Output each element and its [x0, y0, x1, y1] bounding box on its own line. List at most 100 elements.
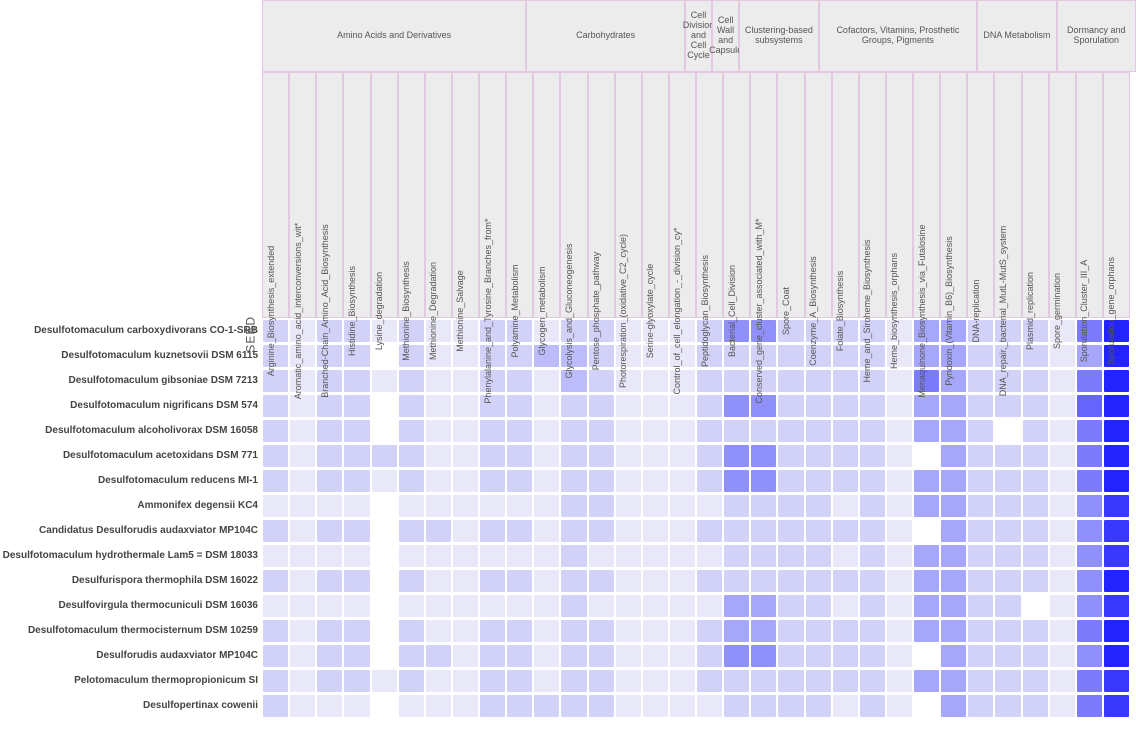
- heatmap-cell: [453, 370, 478, 392]
- heatmap-cell: [399, 620, 424, 642]
- heatmap-cell: [453, 470, 478, 492]
- heatmap-cell: [453, 620, 478, 642]
- heatmap-cell: [453, 445, 478, 467]
- row-label: Desulfotomaculum alcoholivorax DSM 16058: [0, 425, 262, 436]
- heatmap-cell: [344, 695, 369, 717]
- heatmap-cell: [616, 445, 641, 467]
- heatmap-cell: [1104, 695, 1129, 717]
- heatmap-cell: [344, 370, 369, 392]
- heatmap-cell: [968, 520, 993, 542]
- heatmap-cell: [860, 545, 885, 567]
- heatmap-cell: [290, 520, 315, 542]
- heatmap-cell: [995, 520, 1020, 542]
- heatmap-cell: [914, 395, 939, 417]
- heatmap-cell: [995, 595, 1020, 617]
- heatmap-cell: [670, 695, 695, 717]
- heatmap-cell: [1104, 595, 1129, 617]
- heatmap-cell: [561, 520, 586, 542]
- heatmap-cell: [833, 570, 858, 592]
- heatmap-cell: [1050, 620, 1075, 642]
- heatmap-cell: [561, 395, 586, 417]
- heatmap-cell: [263, 495, 288, 517]
- heatmap-cell: [941, 570, 966, 592]
- group-header: Cell Wall and Capsule: [712, 0, 739, 72]
- heatmap-cell: [344, 620, 369, 642]
- heatmap-cell: [1023, 695, 1048, 717]
- heatmap-cell: [995, 420, 1020, 442]
- heatmap-cell: [1023, 570, 1048, 592]
- col-header-label: Bacterial_Cell_Division: [727, 265, 737, 357]
- heatmap-cell: [806, 470, 831, 492]
- heatmap-cell: [372, 620, 397, 642]
- heatmap-cell: [968, 445, 993, 467]
- heatmap-cell: [751, 420, 776, 442]
- heatmap-cell: [1104, 670, 1129, 692]
- heatmap-cell: [724, 595, 749, 617]
- col-header-label: Methionine_Biosynthesis: [401, 261, 411, 361]
- heatmap-cell: [995, 620, 1020, 642]
- col-header: Methionine_Biosynthesis: [398, 72, 425, 318]
- heatmap-cell: [426, 445, 451, 467]
- row-label: Desulfovirgula thermocuniculi DSM 16036: [0, 600, 262, 611]
- heatmap-cell: [751, 670, 776, 692]
- heatmap-cell: [453, 420, 478, 442]
- heatmap-cell: [426, 620, 451, 642]
- heatmap-cell: [914, 420, 939, 442]
- heatmap-cell: [290, 545, 315, 567]
- heatmap-cell: [372, 670, 397, 692]
- heatmap-cell: [344, 445, 369, 467]
- col-header: Polyamine_Metabolism: [506, 72, 533, 318]
- heatmap-cell: [1104, 445, 1129, 467]
- heatmap-cell: [1104, 570, 1129, 592]
- heatmap-cell: [806, 370, 831, 392]
- heatmap-cell: [968, 370, 993, 392]
- heatmap-cell: [372, 470, 397, 492]
- heatmap-cell: [1077, 470, 1102, 492]
- col-header-label: Arginine_Biosynthesis_extended: [266, 246, 276, 377]
- heatmap-cell: [887, 545, 912, 567]
- heatmap-cell: [724, 495, 749, 517]
- cells: [262, 618, 1136, 643]
- seed-label: SEED: [244, 316, 258, 353]
- heatmap-cell: [1077, 495, 1102, 517]
- heatmap-cell: [1023, 495, 1048, 517]
- heatmap-cell: [263, 695, 288, 717]
- heatmap-cell: [290, 570, 315, 592]
- heatmap-cell: [697, 370, 722, 392]
- heatmap-cell: [589, 395, 614, 417]
- heatmap-cell: [941, 495, 966, 517]
- heatmap-cell: [806, 620, 831, 642]
- col-header-label: Heme_and_Siroheme_Biosynthesis: [862, 239, 872, 382]
- heatmap-cell: [833, 670, 858, 692]
- heatmap-cell: [372, 420, 397, 442]
- heatmap-cell: [372, 545, 397, 567]
- heatmap-cell: [968, 695, 993, 717]
- heatmap-cell: [1023, 520, 1048, 542]
- table-row: Desulfopertinax cowenii: [0, 693, 1136, 718]
- heatmap-cell: [561, 595, 586, 617]
- cells: [262, 568, 1136, 593]
- heatmap-cell: [887, 570, 912, 592]
- col-header-label: Phenylalanine_and_Tyrosine_Branches_from…: [483, 218, 493, 403]
- heatmap-cell: [751, 495, 776, 517]
- heatmap-cell: [995, 445, 1020, 467]
- table-row: Ammonifex degensii KC4: [0, 493, 1136, 518]
- heatmap-cell: [426, 470, 451, 492]
- col-header: Spore_germination: [1049, 72, 1076, 318]
- heatmap-cell: [399, 495, 424, 517]
- heatmap-cell: [290, 470, 315, 492]
- heatmap-cell: [399, 595, 424, 617]
- heatmap-cell: [1104, 395, 1129, 417]
- heatmap-cell: [290, 695, 315, 717]
- heatmap-cell: [507, 370, 532, 392]
- heatmap-cell: [1023, 395, 1048, 417]
- heatmap-cell: [643, 395, 668, 417]
- spacer: [0, 0, 262, 72]
- heatmap-cell: [697, 545, 722, 567]
- heatmap-cell: [806, 495, 831, 517]
- col-header: Peptidoglycan_Biosynthesis: [696, 72, 723, 318]
- heatmap-cell: [751, 445, 776, 467]
- col-header: Arginine_Biosynthesis_extended: [262, 72, 289, 318]
- heatmap-cell: [860, 520, 885, 542]
- table-row: Candidatus Desulforudis audaxviator MP10…: [0, 518, 1136, 543]
